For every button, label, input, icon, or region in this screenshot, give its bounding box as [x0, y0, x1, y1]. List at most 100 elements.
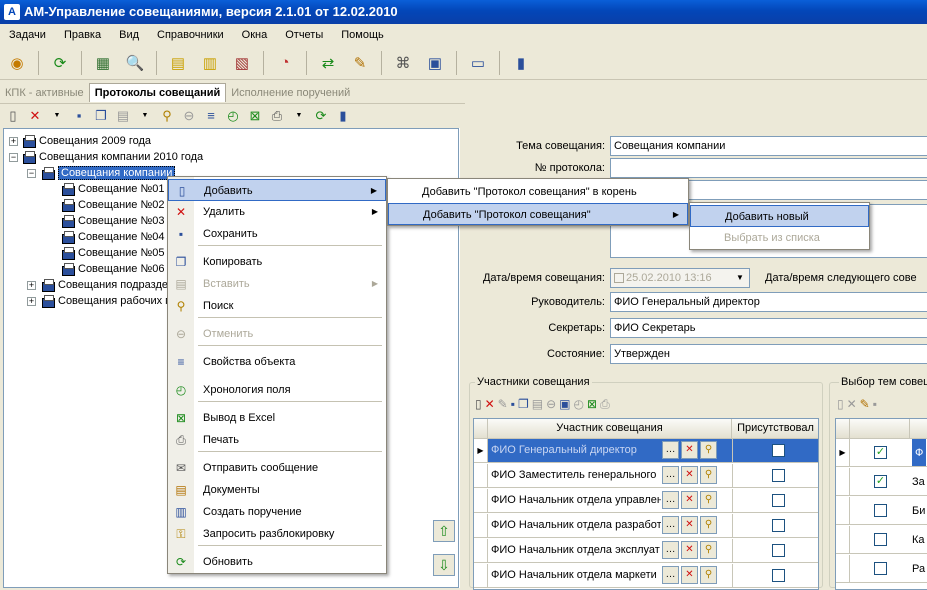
menu-windows[interactable]: Окна [233, 29, 277, 41]
report-icon[interactable]: ▣ [422, 50, 448, 76]
lookup-button[interactable]: ⚲ [700, 491, 717, 509]
dropdown-arrow-icon[interactable]: ▼ [135, 106, 155, 126]
row-indicator[interactable] [836, 555, 850, 583]
row-indicator[interactable] [836, 526, 850, 554]
ellipsis-button[interactable]: … [662, 566, 679, 584]
tree-node[interactable]: Совещание №01 [61, 181, 165, 197]
remove-button[interactable]: ✕ [681, 516, 698, 534]
dropdown-arrow-icon[interactable]: ▼ [47, 106, 67, 126]
context-menu-item[interactable]: ▥ Создать поручение [168, 501, 386, 523]
collapse-toggle[interactable]: − [9, 153, 18, 162]
folder-add-icon[interactable]: ▥ [197, 50, 223, 76]
present-checkbox[interactable] [772, 519, 785, 532]
expand-toggle[interactable]: + [27, 281, 36, 290]
new-page-icon[interactable]: ▯ [837, 397, 844, 411]
row-indicator[interactable] [474, 489, 488, 513]
tab-kpk-active[interactable]: КПК - активные [0, 84, 89, 102]
tree-node[interactable]: Совещание №04 [61, 229, 165, 245]
expand-toggle[interactable]: + [27, 297, 36, 306]
folders-icon[interactable]: ▤ [165, 50, 191, 76]
calendar-clock-icon[interactable]: ◔ [272, 50, 298, 76]
tab-task-execution[interactable]: Исполнение поручений [226, 84, 355, 102]
add-new-item[interactable]: Добавить новый [690, 205, 869, 227]
tab-meeting-protocols[interactable]: Протоколы совещаний [88, 83, 227, 102]
lookup-button[interactable]: ⚲ [700, 516, 717, 534]
window-title-bar[interactable]: АМ-Управление совещаниями, версия 2.1.01… [0, 0, 927, 24]
table-row[interactable]: ФИО Начальник отдела эксплуат… ✕ ⚲ [488, 539, 818, 563]
excel-icon[interactable]: ⊠ [245, 106, 265, 126]
move-up-button[interactable]: ⇧ [433, 520, 455, 542]
undo-icon[interactable]: ⊖ [179, 106, 199, 126]
context-menu-item[interactable]: ⚿ Запросить разблокировку [168, 523, 386, 545]
protocol-number-field[interactable] [610, 158, 927, 178]
table-row[interactable]: Ка [850, 526, 927, 554]
delete-icon[interactable]: ✕ [485, 397, 495, 411]
paste-icon[interactable]: ▤ [113, 106, 133, 126]
context-menu-item[interactable]: ⊠ Вывод в Excel [168, 407, 386, 429]
context-menu-item[interactable]: ❐ Копировать [168, 251, 386, 273]
remove-button[interactable]: ✕ [681, 466, 698, 484]
context-menu-item[interactable]: ⟳ Обновить [168, 551, 386, 573]
save-icon[interactable]: ▪ [873, 397, 877, 411]
context-menu-item[interactable]: ✉ Отправить сообщение [168, 457, 386, 479]
row-indicator[interactable] [474, 514, 488, 538]
menu-view[interactable]: Вид [110, 29, 148, 41]
state-field[interactable]: Утвержден [610, 344, 927, 364]
tree-node-selected[interactable]: Совещания компании [41, 165, 176, 181]
menu-edit[interactable]: Правка [55, 29, 110, 41]
dropdown-arrow-icon[interactable]: ▼ [289, 106, 309, 126]
table-row[interactable]: ФИО Начальник отдела разработ… ✕ ⚲ [488, 514, 818, 538]
ellipsis-button[interactable]: … [662, 441, 679, 459]
properties-icon[interactable]: ≡ [201, 106, 221, 126]
menu-reports[interactable]: Отчеты [276, 29, 332, 41]
add-protocol-root-item[interactable]: Добавить "Протокол совещания" в корень [388, 181, 688, 203]
tree-node[interactable]: Совещание №02 [61, 197, 165, 213]
secretary-field[interactable]: ФИО Секретарь [610, 318, 927, 338]
table-row[interactable]: ФИО Заместитель генерального … ✕ ⚲ [488, 464, 818, 488]
context-menu-item[interactable]: ▪ Сохранить [168, 223, 386, 245]
topic-checkbox[interactable]: ✓ [874, 446, 887, 459]
ellipsis-button[interactable]: … [662, 491, 679, 509]
datetime-field[interactable]: 25.02.2010 13:16 ▼ [610, 268, 750, 288]
ellipsis-button[interactable]: … [662, 541, 679, 559]
edit-icon[interactable]: ✎ [860, 397, 870, 411]
topic-name-header[interactable] [910, 419, 927, 439]
history-icon[interactable]: ◴ [223, 106, 243, 126]
new-page-icon[interactable]: ▯ [475, 397, 482, 411]
present-checkbox[interactable] [772, 444, 785, 457]
remove-button[interactable]: ✕ [681, 541, 698, 559]
ellipsis-button[interactable]: … [662, 466, 679, 484]
copy-icon[interactable]: ❐ [91, 106, 111, 126]
table-row[interactable]: ФИО Начальник отдела маркети … ✕ ⚲ [488, 564, 818, 588]
tree-node[interactable]: Совещание №03 [61, 213, 165, 229]
tree-node[interactable]: Совещания 2009 года [22, 133, 151, 149]
paste-icon[interactable]: ▤ [532, 397, 543, 411]
new-page-icon[interactable]: ▯ [3, 106, 23, 126]
row-indicator[interactable] [474, 539, 488, 563]
present-checkbox[interactable] [772, 544, 785, 557]
collapse-toggle[interactable]: − [27, 169, 36, 178]
delete-icon[interactable]: ✕ [25, 106, 45, 126]
tree-node[interactable]: Совещания рабочих г [41, 293, 169, 309]
table-row[interactable]: ФИО Генеральный директор … ✕ ⚲ [488, 439, 818, 463]
search-doc-icon[interactable]: 🔍 [122, 50, 148, 76]
tree-node[interactable]: Совещания подразде [41, 277, 168, 293]
topic-checkbox[interactable] [874, 533, 887, 546]
context-menu-item[interactable]: ⚲ Поиск [168, 295, 386, 317]
row-indicator[interactable] [474, 464, 488, 488]
remove-button[interactable]: ✕ [681, 441, 698, 459]
save-as-icon[interactable]: ▣ [559, 397, 570, 411]
context-menu-item[interactable]: ✕ Удалить ▶ [168, 201, 386, 223]
table-row[interactable]: ФИО Начальник отдела управлен… ✕ ⚲ [488, 489, 818, 513]
calendar-checkbox-icon[interactable] [614, 273, 624, 284]
edit-doc-icon[interactable]: ✎ [347, 50, 373, 76]
contact-card-icon[interactable]: ▭ [465, 50, 491, 76]
row-indicator[interactable] [836, 497, 850, 525]
undo-icon[interactable]: ⊖ [546, 397, 556, 411]
topic-checkbox[interactable]: ✓ [874, 475, 887, 488]
topic-field[interactable]: Совещания компании [610, 136, 927, 156]
menu-help[interactable]: Помощь [332, 29, 393, 41]
expand-toggle[interactable]: + [9, 137, 18, 146]
context-menu-item[interactable]: ≡ Свойства объекта [168, 351, 386, 373]
excel-icon[interactable]: ⊠ [587, 397, 597, 411]
